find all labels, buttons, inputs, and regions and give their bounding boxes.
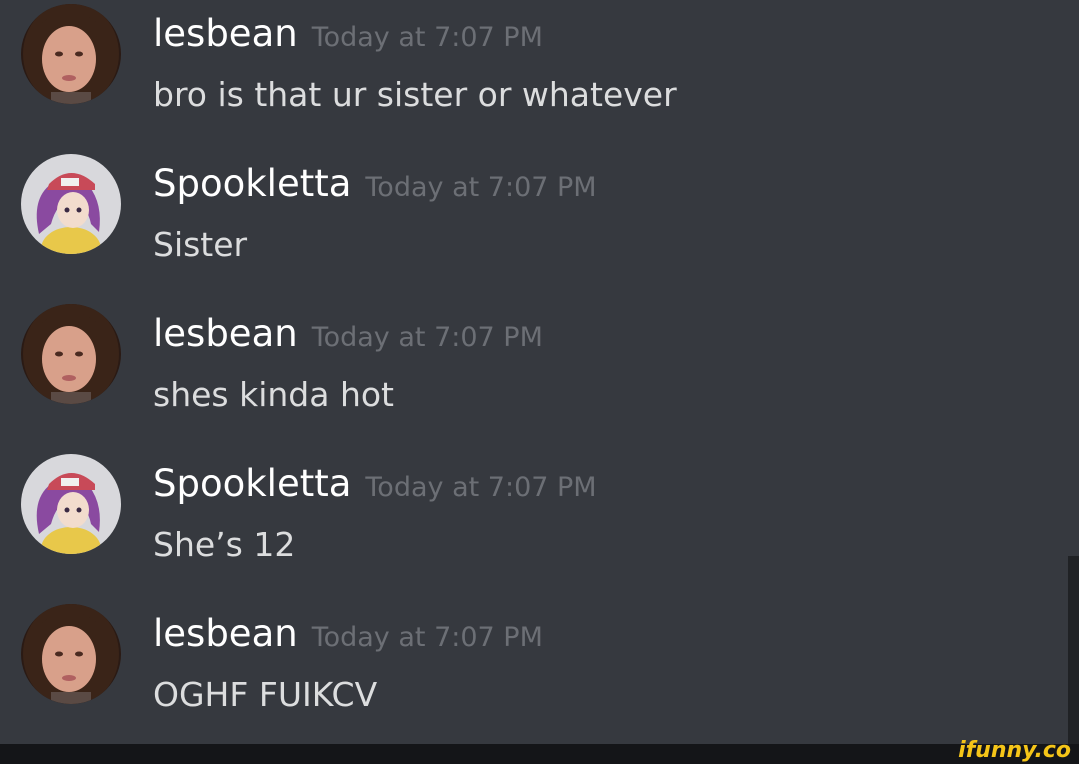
watermark-bar: ifunny.co: [0, 738, 1079, 764]
username[interactable]: lesbean: [153, 12, 298, 55]
message-item: lesbean Today at 7:07 PM bro is that ur s…: [0, 0, 1060, 140]
message-header: lesbean Today at 7:07 PM: [153, 612, 543, 655]
spookletta-avatar[interactable]: [21, 454, 121, 554]
ifunny-watermark: ifunny.co: [958, 738, 1071, 763]
lesbean-avatar[interactable]: [21, 4, 121, 104]
username[interactable]: lesbean: [153, 612, 298, 655]
message-header: lesbean Today at 7:07 PM: [153, 312, 543, 355]
username[interactable]: lesbean: [153, 312, 298, 355]
message-text: OGHF FUIKCV: [153, 675, 378, 714]
lesbean-avatar[interactable]: [21, 604, 121, 704]
message-text: shes kinda hot: [153, 375, 394, 414]
scrollbar[interactable]: [1068, 556, 1079, 744]
username[interactable]: Spookletta: [153, 462, 351, 505]
spookletta-avatar[interactable]: [21, 154, 121, 254]
timestamp: Today at 7:07 PM: [311, 322, 543, 353]
message-header: Spookletta Today at 7:07 PM: [153, 462, 597, 505]
message-item: Spookletta Today at 7:07 PM She’s 12: [0, 450, 1060, 590]
timestamp: Today at 7:07 PM: [365, 472, 597, 503]
message-header: lesbean Today at 7:07 PM: [153, 12, 543, 55]
message-text: Sister: [153, 225, 248, 264]
message-item: Spookletta Today at 7:07 PM Sister: [0, 150, 1060, 290]
username[interactable]: Spookletta: [153, 162, 351, 205]
message-item: lesbean Today at 7:07 PM OGHF FUIKCV: [0, 600, 1060, 740]
timestamp: Today at 7:07 PM: [311, 622, 543, 653]
lesbean-avatar[interactable]: [21, 304, 121, 404]
timestamp: Today at 7:07 PM: [365, 172, 597, 203]
message-item: lesbean Today at 7:07 PM shes kinda hot: [0, 300, 1060, 440]
timestamp: Today at 7:07 PM: [311, 22, 543, 53]
message-text: bro is that ur sister or whatever: [153, 75, 677, 114]
message-text: She’s 12: [153, 525, 296, 564]
message-header: Spookletta Today at 7:07 PM: [153, 162, 597, 205]
chat-message-list: lesbean Today at 7:07 PM bro is that ur s…: [0, 0, 1079, 744]
